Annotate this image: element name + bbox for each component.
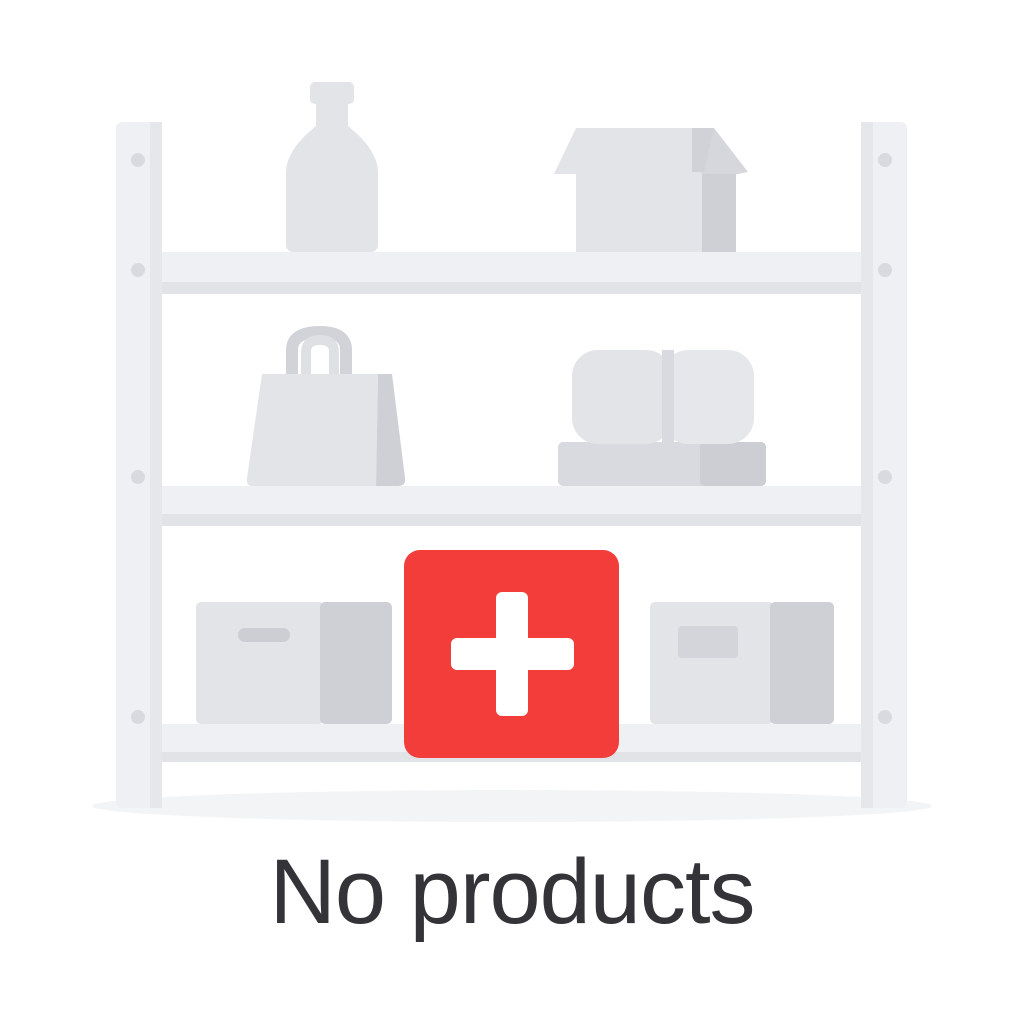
box-icon: [554, 128, 748, 252]
empty-state-title: No products: [269, 841, 755, 943]
shelf-board-middle: [162, 486, 861, 526]
bundle-icon: [558, 350, 766, 486]
shelf-board-top: [162, 252, 861, 294]
empty-state-screen: No products: [0, 0, 1024, 1024]
box-icon: [196, 602, 392, 724]
shopping-bag-icon: [246, 325, 406, 486]
empty-shelf-illustration: [92, 82, 932, 822]
add-product-button[interactable]: [404, 550, 619, 758]
bottle-icon: [286, 82, 378, 252]
floor-shadow: [92, 790, 932, 822]
box-icon: [650, 602, 834, 724]
